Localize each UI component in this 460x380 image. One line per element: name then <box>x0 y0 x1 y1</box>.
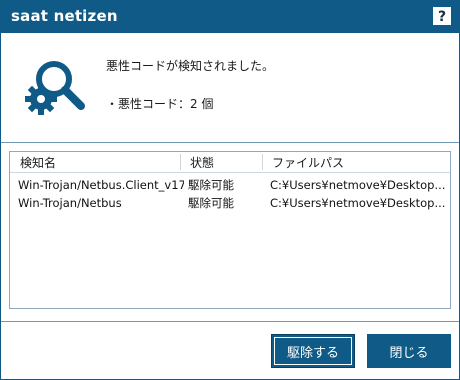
table-row[interactable]: Win-Trojan/Netbus 駆除可能 C:¥Users¥netmove¥… <box>10 194 450 212</box>
search-gear-icon <box>25 59 87 117</box>
window-title: saat netizen <box>11 7 118 25</box>
cell-status: 駆除可能 <box>188 196 234 210</box>
column-separator[interactable] <box>180 154 181 170</box>
table-row[interactable]: Win-Trojan/Netbus.Client_v17 駆除可能 C:¥Use… <box>10 176 450 194</box>
help-button[interactable]: ? <box>433 7 451 25</box>
section-divider <box>1 142 459 143</box>
list-header: 検知名 状態 ファイルパス <box>10 152 450 173</box>
column-separator[interactable] <box>262 154 263 170</box>
detection-message: 悪性コードが検知されました。 <box>106 59 275 73</box>
cell-detection-name: Win-Trojan/Netbus.Client_v17 <box>18 178 184 192</box>
remove-button[interactable]: 駆除する <box>271 334 355 368</box>
title-bar: saat netizen ? <box>1 1 459 33</box>
column-header-name[interactable]: 検知名 <box>14 154 182 170</box>
cell-file-path: C:¥Users¥netmove¥Desktop... <box>270 196 446 210</box>
close-button[interactable]: 閉じる <box>367 334 451 368</box>
cell-detection-name: Win-Trojan/Netbus <box>18 196 122 210</box>
footer-divider <box>1 321 459 322</box>
detection-list[interactable]: 検知名 状態 ファイルパス Win-Trojan/Netbus.Client_v… <box>9 151 451 309</box>
malware-count: ・悪性コード：2 個 <box>106 97 214 111</box>
column-header-status[interactable]: 状態 <box>184 154 262 170</box>
cell-file-path: C:¥Users¥netmove¥Desktop... <box>270 178 446 192</box>
column-header-path[interactable]: ファイルパス <box>266 154 446 170</box>
cell-status: 駆除可能 <box>188 178 234 192</box>
dialog-window: saat netizen ? 悪性コードが検知されました。 ・悪性コード：2 個 <box>0 0 460 380</box>
